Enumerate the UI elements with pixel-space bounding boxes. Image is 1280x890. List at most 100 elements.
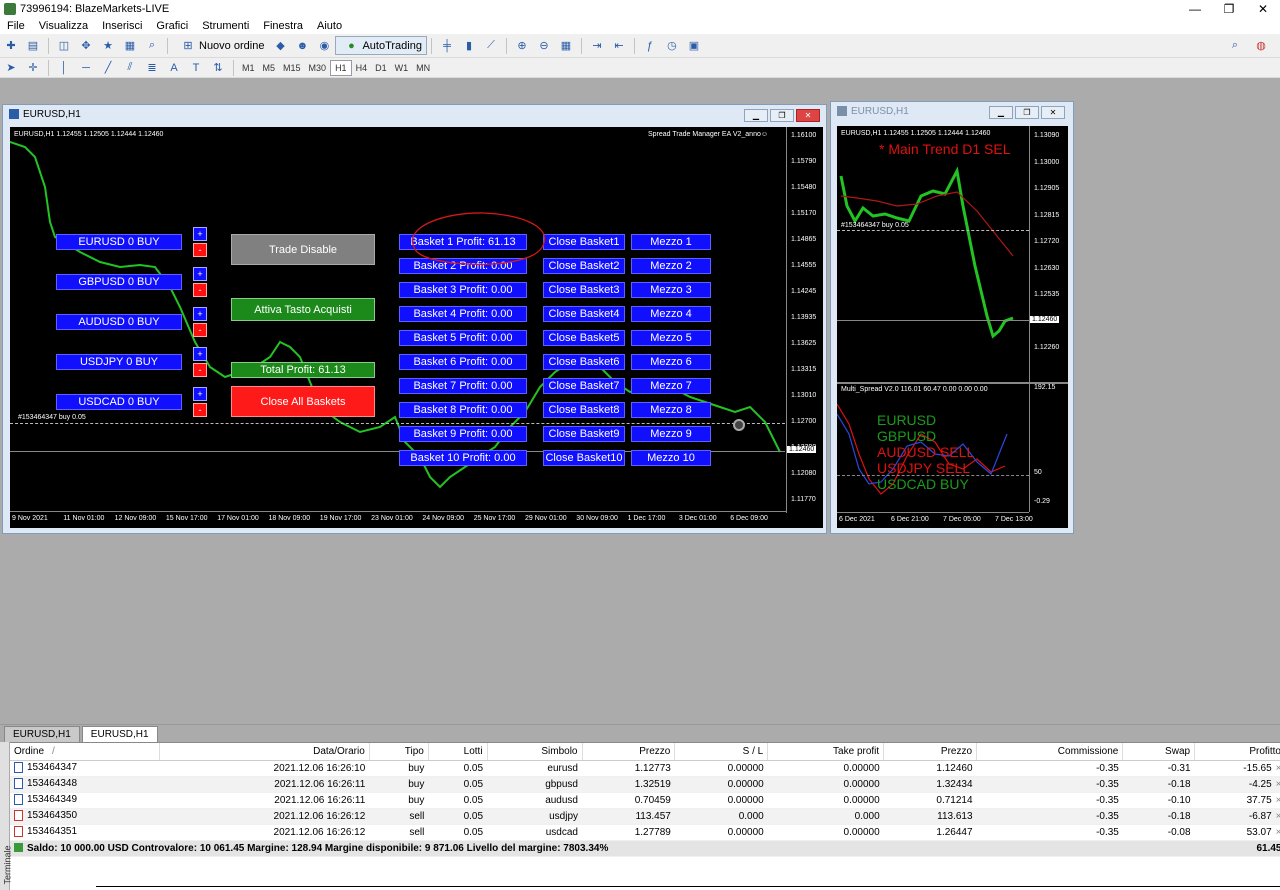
minus-button-usdjpy[interactable]: -: [193, 363, 207, 377]
close-basket-4-button[interactable]: Close Basket4: [543, 306, 625, 322]
column-header[interactable]: Ordine /: [10, 743, 160, 761]
menu-insert[interactable]: Inserisci: [95, 20, 149, 32]
timeframe-h4[interactable]: H4: [352, 61, 372, 75]
timeframe-mn[interactable]: MN: [412, 61, 434, 75]
periods-icon[interactable]: ◷: [664, 38, 680, 54]
close-button[interactable]: ✕: [1246, 0, 1280, 18]
plus-button-audusd[interactable]: +: [193, 307, 207, 321]
attiva-acquisti-button[interactable]: Attiva Tasto Acquisti: [231, 298, 375, 321]
timeframe-m1[interactable]: M1: [238, 61, 259, 75]
close-basket-9-button[interactable]: Close Basket9: [543, 426, 625, 442]
mezzo-6-button[interactable]: Mezzo 6: [631, 354, 711, 370]
timeframe-m15[interactable]: M15: [279, 61, 305, 75]
menu-help[interactable]: Aiuto: [310, 20, 349, 32]
chart-restore-button[interactable]: ❐: [770, 109, 794, 122]
side-chart-canvas[interactable]: EURUSD,H1 1.12455 1.12505 1.12444 1.1246…: [837, 126, 1068, 528]
minus-button-eurusd[interactable]: -: [193, 243, 207, 257]
vertical-line-icon[interactable]: │: [56, 60, 72, 76]
crosshair-icon[interactable]: ✛: [25, 60, 41, 76]
terminal-icon[interactable]: ▦: [122, 38, 138, 54]
zoom-in-icon[interactable]: ⊕: [514, 38, 530, 54]
channel-icon[interactable]: ⫽: [122, 60, 138, 76]
profiles-icon[interactable]: ▤: [25, 38, 41, 54]
indicators-icon[interactable]: ƒ: [642, 38, 658, 54]
timeframe-w1[interactable]: W1: [391, 61, 413, 75]
community-icon[interactable]: ☻: [294, 38, 310, 54]
mezzo-5-button[interactable]: Mezzo 5: [631, 330, 711, 346]
horizontal-line-icon[interactable]: ─: [78, 60, 94, 76]
table-row[interactable]: 153464347 2021.12.06 16:26:10 buy 0.05 eurus…: [10, 760, 1280, 777]
new-chart-icon[interactable]: ✚: [3, 38, 19, 54]
side-restore-button[interactable]: ❐: [1015, 106, 1039, 119]
basket-profit-5[interactable]: Basket 5 Profit: 0.00: [399, 330, 527, 346]
timeframe-d1[interactable]: D1: [371, 61, 391, 75]
account-icon[interactable]: ◍: [1253, 38, 1269, 54]
plus-button-gbpusd[interactable]: +: [193, 267, 207, 281]
table-row[interactable]: 153464350 2021.12.06 16:26:12 sell 0.05 usdj…: [10, 808, 1280, 825]
autotrading-button[interactable]: ● AutoTrading: [335, 36, 427, 55]
pair-button-audusd[interactable]: AUDUSD 0 BUY: [56, 314, 182, 330]
close-order-icon[interactable]: ×: [1276, 763, 1280, 774]
bar-chart-icon[interactable]: ╪: [439, 38, 455, 54]
mezzo-7-button[interactable]: Mezzo 7: [631, 378, 711, 394]
column-header[interactable]: S / L: [674, 743, 769, 761]
pair-button-eurusd[interactable]: EURUSD 0 BUY: [56, 234, 182, 250]
terminal-side-tab[interactable]: Terminale: [0, 742, 13, 890]
basket-profit-4[interactable]: Basket 4 Profit: 0.00: [399, 306, 527, 322]
data-window-icon[interactable]: ✥: [78, 38, 94, 54]
timeframe-m30[interactable]: M30: [305, 61, 331, 75]
basket-profit-10[interactable]: Basket 10 Profit: 0.00: [399, 450, 527, 466]
vps-icon[interactable]: ◉: [316, 38, 332, 54]
arrows-icon[interactable]: ⇅: [210, 60, 226, 76]
close-all-baskets-button[interactable]: Close All Baskets: [231, 386, 375, 417]
trendline-icon[interactable]: ╱: [100, 60, 116, 76]
mezzo-2-button[interactable]: Mezzo 2: [631, 258, 711, 274]
text-icon[interactable]: A: [166, 60, 182, 76]
side-chart-window[interactable]: EURUSD,H1 ▁ ❐ ✕ EURUSD,H1 1.12455 1.1250…: [830, 101, 1074, 534]
trade-disable-button[interactable]: Trade Disable: [231, 234, 375, 265]
close-basket-8-button[interactable]: Close Basket8: [543, 402, 625, 418]
candle-chart-icon[interactable]: ▮: [461, 38, 477, 54]
mezzo-8-button[interactable]: Mezzo 8: [631, 402, 711, 418]
column-header[interactable]: Data/Orario: [159, 743, 370, 761]
menu-view[interactable]: Visualizza: [32, 20, 95, 32]
basket-profit-3[interactable]: Basket 3 Profit: 0.00: [399, 282, 527, 298]
tester-icon[interactable]: ⌕: [144, 38, 160, 54]
maximize-button[interactable]: ❐: [1212, 0, 1246, 18]
cursor-icon[interactable]: ➤: [3, 60, 19, 76]
text-label-icon[interactable]: T: [188, 60, 204, 76]
main-chart-canvas[interactable]: EURUSD,H1 1.12455 1.12505 1.12444 1.1246…: [10, 127, 823, 528]
signals-icon[interactable]: ◆: [272, 38, 288, 54]
column-header[interactable]: Lotti: [428, 743, 488, 761]
line-chart-icon[interactable]: ⟋: [483, 38, 499, 54]
market-watch-icon[interactable]: ◫: [56, 38, 72, 54]
close-basket-2-button[interactable]: Close Basket2: [543, 258, 625, 274]
close-basket-3-button[interactable]: Close Basket3: [543, 282, 625, 298]
side-minimize-button[interactable]: ▁: [989, 106, 1013, 119]
fibonacci-icon[interactable]: ≣: [144, 60, 160, 76]
table-row[interactable]: 153464349 2021.12.06 16:26:11 buy 0.05 audus…: [10, 792, 1280, 809]
menu-window[interactable]: Finestra: [256, 20, 310, 32]
mezzo-3-button[interactable]: Mezzo 3: [631, 282, 711, 298]
basket-profit-9[interactable]: Basket 9 Profit: 0.00: [399, 426, 527, 442]
chart-shift-icon[interactable]: ⇤: [611, 38, 627, 54]
plus-button-eurusd[interactable]: +: [193, 227, 207, 241]
column-header[interactable]: Profitto: [1194, 743, 1280, 761]
close-order-icon[interactable]: ×: [1276, 795, 1280, 806]
mezzo-10-button[interactable]: Mezzo 10: [631, 450, 711, 466]
column-header[interactable]: Tipo: [369, 743, 429, 761]
new-order-button[interactable]: ⊞ Nuovo ordine: [172, 36, 269, 55]
column-header[interactable]: Simbolo: [487, 743, 583, 761]
column-header[interactable]: Swap: [1122, 743, 1196, 761]
side-close-button[interactable]: ✕: [1041, 106, 1065, 119]
pair-button-gbpusd[interactable]: GBPUSD 0 BUY: [56, 274, 182, 290]
table-row[interactable]: 153464351 2021.12.06 16:26:12 sell 0.05 usdc…: [10, 824, 1280, 841]
menu-charts[interactable]: Grafici: [149, 20, 195, 32]
mezzo-1-button[interactable]: Mezzo 1: [631, 234, 711, 250]
menu-file[interactable]: File: [0, 20, 32, 32]
main-chart-title-bar[interactable]: EURUSD,H1: [3, 105, 826, 123]
chart-close-button[interactable]: ✕: [796, 109, 820, 122]
templates-icon[interactable]: ▣: [686, 38, 702, 54]
table-row[interactable]: 153464348 2021.12.06 16:26:11 buy 0.05 gbpus…: [10, 776, 1280, 793]
timeframe-h1[interactable]: H1: [330, 59, 352, 76]
